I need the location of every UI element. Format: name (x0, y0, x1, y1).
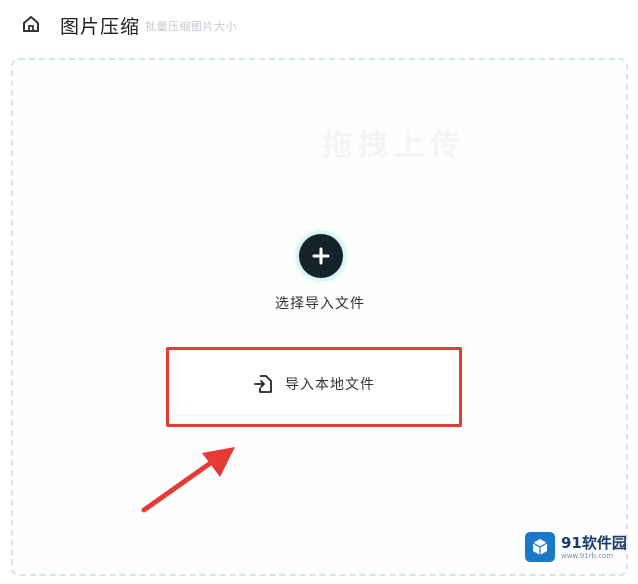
plus-icon (312, 247, 330, 265)
import-local-file-button[interactable]: 导入本地文件 (174, 354, 454, 414)
watermark-url: www.91rb.com (561, 551, 614, 560)
select-import-file-label: 选择导入文件 (275, 296, 365, 312)
import-local-file-label: 导入本地文件 (285, 377, 375, 393)
drop-zone-ghost-text: 拖拽上传 (322, 128, 466, 163)
annotation-arrow-icon (141, 447, 235, 513)
page-title: 图片压缩 (60, 16, 141, 38)
page-subtitle: 批量压缩图片大小 (145, 20, 237, 33)
cube-logo-icon (525, 532, 555, 562)
file-drop-zone[interactable] (11, 58, 628, 576)
home-button[interactable] (20, 13, 42, 35)
watermark: 91软件园 www.91rb.com (525, 530, 627, 564)
home-icon (23, 16, 39, 32)
page-header: 图片压缩 批量压缩图片大小 (0, 0, 638, 50)
file-import-icon (253, 373, 275, 395)
add-file-button[interactable] (299, 234, 343, 278)
watermark-brand: 91软件园 (561, 533, 627, 552)
